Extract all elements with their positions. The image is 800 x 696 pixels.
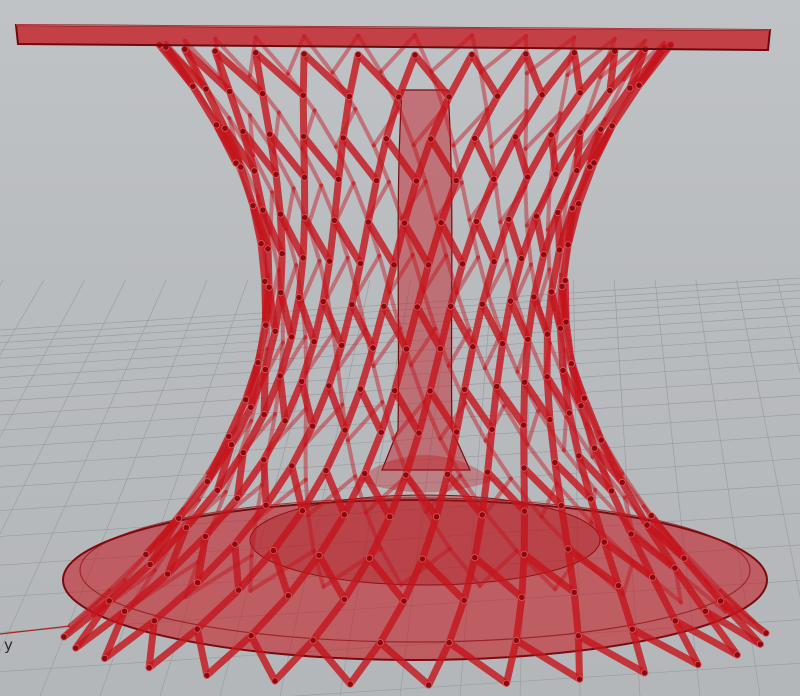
rhino-perspective-viewport[interactable]: y xyxy=(0,0,800,696)
3d-scene[interactable] xyxy=(0,0,800,696)
top-plate xyxy=(14,23,772,52)
axis-label-y: y xyxy=(4,636,13,654)
